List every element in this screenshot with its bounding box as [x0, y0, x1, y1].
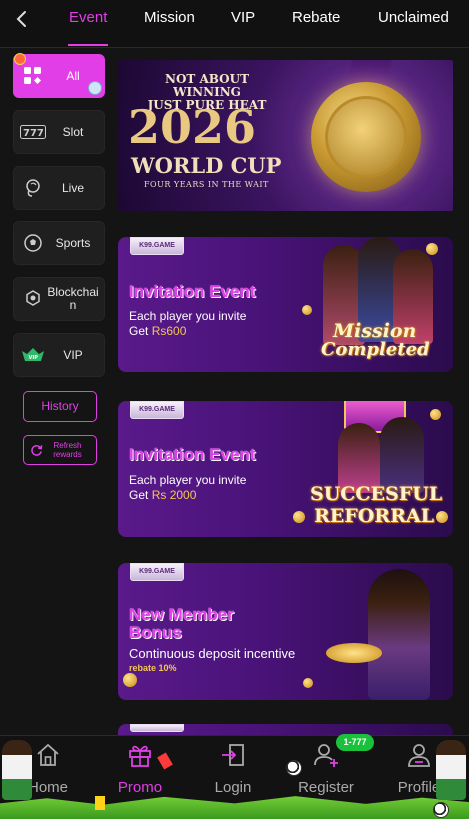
bottom-nav: Home Promo Login Register Profile	[0, 735, 469, 819]
sidebar-item-label: Blockchain	[47, 285, 99, 312]
new-member-title-line1: New Member	[129, 605, 234, 624]
history-button[interactable]: History	[23, 391, 97, 422]
sidebar-item-label: Slot	[62, 124, 84, 139]
nav-login[interactable]: Login	[193, 740, 273, 796]
gold-plate-icon	[326, 643, 382, 663]
sidebar-item-live[interactable]: Live	[13, 166, 105, 210]
soccer-ball-icon	[20, 230, 46, 256]
sidebar-item-label: Sports	[55, 235, 91, 250]
svg-text:777: 777	[23, 128, 44, 139]
coin-badge-icon	[88, 81, 102, 95]
k99-tag: K99.GAME	[130, 563, 184, 581]
sidebar-item-label: Live	[61, 180, 84, 195]
reward-amount: Rs600	[151, 324, 187, 338]
blockchain-icon	[20, 286, 46, 312]
slot-777-icon: 777	[20, 119, 46, 145]
tab-rebate[interactable]: Rebate	[292, 9, 340, 26]
active-tab-indicator	[68, 44, 108, 46]
new-member-title-line2: Bonus	[129, 623, 182, 642]
new-member-desc: Continuous deposit incentive	[129, 646, 296, 661]
sidebar-item-sports[interactable]: Sports	[13, 221, 105, 265]
coin-icon	[302, 305, 312, 315]
tab-mission[interactable]: Mission	[144, 9, 195, 26]
yellow-card-decoration	[95, 796, 105, 810]
invitation-event-banner-2[interactable]: K99.GAME Invitation Event Each player yo…	[118, 401, 453, 537]
coin-icon	[303, 678, 313, 688]
nav-label: Login	[214, 779, 252, 796]
footballer-decoration	[2, 740, 32, 800]
vip-crest-icon: VIP	[20, 342, 46, 368]
k99-tag: K99.GAME	[130, 237, 184, 255]
promo-person-figure	[368, 569, 430, 700]
refresh-icon	[31, 444, 43, 456]
k99-tag: K99.GAME	[130, 401, 184, 419]
referral-stamp-line2: REFORRAL	[314, 505, 434, 527]
chevron-left-icon	[16, 11, 26, 27]
tab-unclaimed[interactable]: Unclaimed	[378, 9, 449, 26]
world-cup-banner[interactable]: NOT ABOUT WINNING JUST PURE HEAT 2026 WO…	[118, 60, 453, 211]
login-icon	[222, 744, 244, 766]
invitation-title: Invitation Event	[129, 282, 256, 301]
coin-icon	[293, 511, 305, 523]
invitation-desc: Each player you invite Get Rs 2000	[129, 473, 246, 503]
sidebar-item-slot[interactable]: 777 Slot	[13, 110, 105, 154]
home-icon	[37, 743, 59, 766]
tab-vip[interactable]: VIP	[231, 9, 255, 26]
promotions-page: Event Mission VIP Rebate Unclaimed All 7…	[0, 0, 469, 819]
back-button[interactable]	[10, 6, 34, 32]
nav-label: Register	[298, 779, 354, 796]
sidebar-item-blockchain[interactable]: Blockchain	[13, 277, 105, 321]
sidebar-item-all[interactable]: All	[13, 53, 105, 98]
k99-tag	[130, 724, 184, 732]
reward-prefix: Get	[129, 324, 152, 338]
invitation-desc-line1: Each player you invite	[129, 473, 247, 487]
new-member-rebate: rebate 10%	[129, 663, 177, 673]
mission-stamp-line2: Completed	[321, 339, 430, 360]
refresh-rewards-button[interactable]: Refresh rewards	[23, 435, 97, 465]
nav-label: Promo	[117, 779, 163, 796]
nav-promo[interactable]: Promo	[100, 740, 180, 796]
reward-prefix: Get	[129, 488, 152, 502]
sidebar-item-label: VIP	[63, 347, 83, 362]
invitation-desc: Each player you invite Get Rs600	[129, 309, 246, 339]
invitation-title: Invitation Event	[129, 445, 256, 464]
coin-icon	[430, 409, 441, 420]
gift-icon	[129, 745, 151, 767]
top-tab-bar: Event Mission VIP Rebate Unclaimed	[0, 0, 469, 48]
new-member-bonus-banner[interactable]: K99.GAME New Member Bonus Continuous dep…	[118, 563, 453, 700]
coin-icon	[123, 673, 137, 687]
world-cup-tagline: FOUR YEARS IN THE WAIT	[144, 180, 269, 189]
soccer-ball-decoration	[286, 760, 302, 776]
invitation-event-banner-1[interactable]: K99.GAME Invitation Event Each player yo…	[118, 237, 453, 372]
grass-decoration	[0, 796, 469, 819]
reward-amount: Rs 2000	[151, 488, 197, 502]
tab-event[interactable]: Event	[69, 9, 107, 26]
invitation-reward-line: Get Rs600	[129, 324, 246, 339]
refresh-rewards-label: Refresh rewards	[53, 441, 82, 459]
register-bonus-badge: 1-777	[336, 734, 374, 751]
soccer-ball-decoration	[433, 802, 449, 818]
referral-stamp-line1: SUCCESFUL	[310, 483, 443, 505]
coin-icon	[436, 511, 448, 523]
live-dealer-icon	[20, 175, 46, 201]
invitation-reward-line: Get Rs 2000	[129, 488, 246, 503]
coin-icon	[426, 243, 438, 255]
svg-text:VIP: VIP	[29, 355, 39, 361]
grid-icon	[20, 63, 46, 89]
promo-person-figure	[380, 417, 424, 493]
profile-icon	[408, 744, 430, 767]
sidebar-item-vip[interactable]: VIP VIP	[13, 333, 105, 377]
world-cup-year: 2026	[128, 100, 257, 154]
new-dot-icon	[14, 53, 26, 65]
footballer-decoration	[436, 740, 466, 800]
world-cup-title: WORLD CUP	[131, 153, 282, 178]
trophy-medal-icon	[311, 82, 421, 192]
world-cup-line1: NOT ABOUT WINNING	[164, 72, 250, 99]
invitation-desc-line1: Each player you invite	[129, 309, 247, 323]
